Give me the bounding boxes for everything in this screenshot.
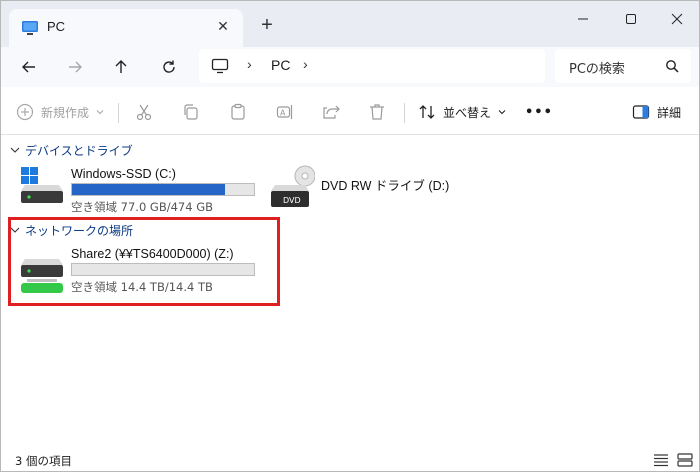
arrow-up-icon [115,60,127,73]
more-options-button[interactable]: ••• [525,99,553,125]
close-icon [671,13,683,25]
rename-icon: A [276,105,293,119]
command-bar: 新規作成 A 並べ替え ••• 詳細 [1,89,699,135]
up-button[interactable] [105,51,137,83]
details-pane-button[interactable]: 詳細 [631,99,681,125]
drive-name: Windows-SSD (C:) [71,167,176,181]
close-button[interactable] [657,5,697,33]
drive-name: DVD RW ドライブ (D:) [321,179,450,193]
windows-drive-icon [21,167,63,203]
breadcrumb-chevron-icon[interactable]: › [247,56,252,72]
capacity-bar [71,183,255,196]
toolbar-divider [118,103,119,123]
tab-close-icon[interactable]: ✕ [211,15,235,39]
clipboard-icon [231,103,245,120]
back-button[interactable] [13,51,45,83]
arrow-left-icon [22,61,35,73]
this-pc-icon [22,21,38,35]
more-icon: ••• [525,104,553,120]
breadcrumb-chevron-icon[interactable]: › [303,56,308,72]
dvd-badge: DVD [283,196,301,205]
refresh-icon [163,60,175,73]
breadcrumb-pc[interactable]: PC [271,57,290,73]
highlight-box [8,217,280,306]
sort-button[interactable]: 並べ替え [417,99,507,125]
chevron-down-icon [10,147,20,153]
drive-free-space: 空き領域 77.0 GB/474 GB [71,200,213,214]
explorer-window: PC ✕ + › PC › PCの検索 新規作成 A 並べ替え ••• 詳細 デ… [0,0,700,472]
tab-pc[interactable]: PC ✕ [9,9,243,47]
details-label: 詳細 [657,105,682,120]
plus-circle-icon [16,103,34,121]
minimize-button[interactable] [563,5,603,33]
tiles-view-icon[interactable] [677,453,693,467]
toolbar-divider [404,103,405,123]
item-count: 3 個の項目 [15,454,72,468]
group-header-devices[interactable]: デバイスとドライブ [9,141,133,159]
forward-button[interactable] [59,51,91,83]
delete-button[interactable] [367,99,387,125]
share-button[interactable] [321,99,341,125]
status-bar: 3 個の項目 [1,449,699,471]
copy-icon [184,104,198,120]
search-box[interactable]: PCの検索 [555,49,691,83]
chevron-down-icon [96,110,104,115]
search-icon [666,60,679,73]
minimize-icon [578,18,588,20]
maximize-button[interactable] [611,5,651,33]
refresh-button[interactable] [153,51,185,83]
address-bar[interactable]: › PC › [199,49,545,83]
maximize-icon [626,14,636,24]
dvd-drive-icon: DVD [271,165,315,207]
details-view-icon[interactable] [653,453,669,467]
title-bar: PC ✕ + [1,1,699,47]
trash-icon [370,104,384,120]
svg-text:A: A [280,109,286,118]
group-title: デバイスとドライブ [25,143,133,158]
new-button[interactable]: 新規作成 [15,99,105,125]
chevron-down-icon [498,110,506,115]
paste-button[interactable] [228,99,248,125]
share-icon [323,105,340,119]
cut-button[interactable] [134,99,154,125]
search-placeholder: PCの検索 [569,62,625,77]
navigation-bar: › PC › PCの検索 [1,47,699,87]
details-pane-icon [632,105,650,119]
capacity-bar-fill [72,184,225,195]
sort-label: 並べ替え [443,105,492,120]
new-button-label: 新規作成 [41,105,90,120]
monitor-icon [211,58,229,74]
copy-button[interactable] [181,99,201,125]
tab-title: PC [47,19,66,34]
sort-icon [419,105,435,119]
rename-button[interactable]: A [275,99,295,125]
arrow-right-icon [69,61,82,73]
scissors-icon [136,104,152,121]
new-tab-button[interactable]: + [255,13,279,37]
